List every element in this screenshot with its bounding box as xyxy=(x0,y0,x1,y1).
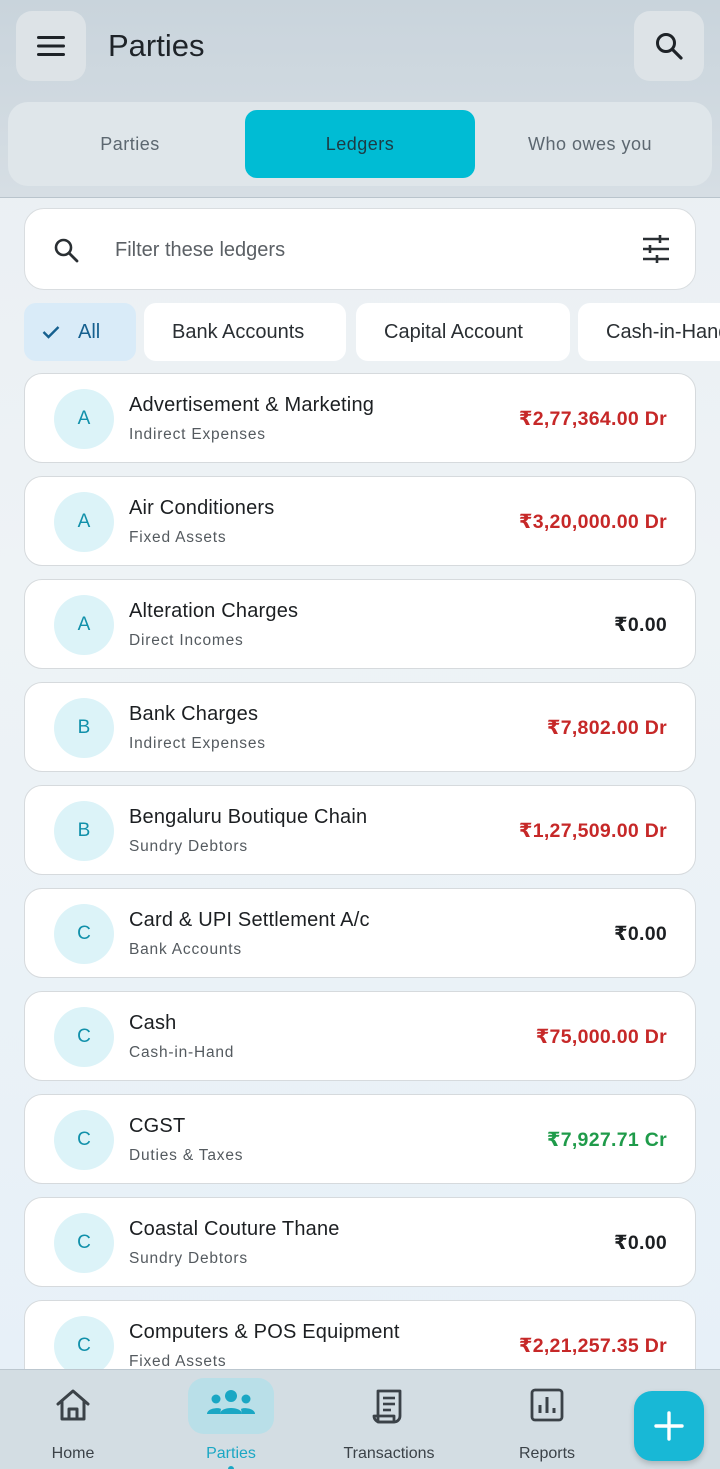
search-button[interactable] xyxy=(634,11,704,81)
ledger-balance: ₹7,802.00 Dr xyxy=(546,717,667,739)
ledger-group: Fixed Assets xyxy=(129,1353,227,1369)
chip-label: Cash-in-Hand xyxy=(606,320,720,343)
ledger-balance: ₹7,927.71 Cr xyxy=(546,1129,667,1151)
chip-all[interactable]: All xyxy=(24,303,136,361)
page-title: Parties xyxy=(108,28,205,63)
ledger-group: Direct Incomes xyxy=(129,632,244,649)
ledger-name: Advertisement & Marketing xyxy=(129,394,375,416)
ledger-balance: ₹3,20,000.00 Dr xyxy=(518,511,667,533)
ledger-row[interactable]: A Alteration Charges Direct Incomes ₹0.0… xyxy=(24,579,696,669)
nav-home[interactable]: Home xyxy=(13,1370,133,1469)
avatar: C xyxy=(54,1213,114,1273)
chip-label: All xyxy=(78,320,101,343)
avatar: C xyxy=(54,1110,114,1170)
ledger-balance: ₹1,27,509.00 Dr xyxy=(518,820,667,842)
ledger-group: Sundry Debtors xyxy=(129,1250,248,1267)
chip-bank-accounts[interactable]: Bank Accounts xyxy=(144,303,346,361)
people-icon xyxy=(207,1390,255,1414)
tab-who-owes-you[interactable]: Who owes you xyxy=(475,110,705,178)
ledger-name: Air Conditioners xyxy=(129,497,275,519)
add-fab-button[interactable] xyxy=(634,1391,704,1461)
search-icon xyxy=(656,33,683,60)
nav-parties[interactable]: Parties xyxy=(171,1370,291,1469)
group-filter-chips: All Bank Accounts Capital Account Cash-i… xyxy=(24,303,720,361)
ledger-group: Cash-in-Hand xyxy=(129,1044,235,1061)
receipt-icon xyxy=(372,1389,402,1424)
tune-icon[interactable] xyxy=(641,235,671,263)
menu-button[interactable] xyxy=(16,11,86,81)
menu-icon xyxy=(37,36,65,56)
chip-label: Capital Account xyxy=(384,320,523,343)
avatar: B xyxy=(54,698,114,758)
ledger-balance: ₹75,000.00 Dr xyxy=(535,1026,667,1048)
ledger-row[interactable]: C CGST Duties & Taxes ₹7,927.71 Cr xyxy=(24,1094,696,1184)
app-header: Parties Parties Ledgers Who owes you xyxy=(0,0,720,198)
ledger-name: Card & UPI Settlement A/c xyxy=(129,909,370,931)
plus-icon xyxy=(654,1411,684,1441)
ledger-group: Fixed Assets xyxy=(129,529,227,546)
search-icon xyxy=(54,238,79,263)
ledger-row[interactable]: C Card & UPI Settlement A/c Bank Account… xyxy=(24,888,696,978)
ledger-name: Bank Charges xyxy=(129,703,259,725)
ledger-name: CGST xyxy=(129,1115,186,1137)
ledger-name: Coastal Couture Thane xyxy=(129,1218,340,1240)
avatar: C xyxy=(54,1007,114,1067)
bar-chart-icon xyxy=(530,1388,564,1422)
nav-label: Parties xyxy=(206,1445,256,1462)
ledger-name: Bengaluru Boutique Chain xyxy=(129,806,368,828)
tab-parties[interactable]: Parties xyxy=(16,110,244,178)
ledger-balance: ₹2,77,364.00 Dr xyxy=(518,408,667,430)
ledger-row[interactable]: B Bengaluru Boutique Chain Sundry Debtor… xyxy=(24,785,696,875)
nav-transactions[interactable]: Transactions xyxy=(329,1370,449,1469)
nav-label: Home xyxy=(51,1445,95,1462)
ledger-group: Duties & Taxes xyxy=(129,1147,244,1164)
check-icon xyxy=(42,326,60,339)
ledger-balance: ₹2,21,257.35 Dr xyxy=(518,1335,667,1357)
ledger-balance: ₹0.00 xyxy=(613,1232,667,1254)
avatar: A xyxy=(54,595,114,655)
ledger-row[interactable]: A Air Conditioners Fixed Assets ₹3,20,00… xyxy=(24,476,696,566)
ledger-row[interactable]: A Advertisement & Marketing Indirect Exp… xyxy=(24,373,696,463)
chip-label: Bank Accounts xyxy=(172,320,305,343)
avatar: B xyxy=(54,801,114,861)
ledger-row[interactable]: C Coastal Couture Thane Sundry Debtors ₹… xyxy=(24,1197,696,1287)
ledger-group: Sundry Debtors xyxy=(129,838,248,855)
avatar: C xyxy=(54,904,114,964)
segmented-tabs: Parties Ledgers Who owes you xyxy=(8,102,712,186)
nav-label: Transactions xyxy=(343,1445,435,1462)
tab-ledgers[interactable]: Ledgers xyxy=(245,110,475,178)
ledger-name: Computers & POS Equipment xyxy=(129,1321,400,1343)
avatar: A xyxy=(54,389,114,449)
ledger-name: Alteration Charges xyxy=(129,600,299,622)
ledger-balance: ₹0.00 xyxy=(613,923,667,945)
ledger-balance: ₹0.00 xyxy=(613,614,667,636)
filter-ledgers-input[interactable] xyxy=(115,231,615,269)
chip-capital-account[interactable]: Capital Account xyxy=(356,303,570,361)
ledger-name: Cash xyxy=(129,1012,177,1034)
ledger-list: A Advertisement & Marketing Indirect Exp… xyxy=(24,373,696,1369)
nav-label: Reports xyxy=(518,1445,576,1462)
home-icon xyxy=(56,1389,90,1421)
ledger-row[interactable]: B Bank Charges Indirect Expenses ₹7,802.… xyxy=(24,682,696,772)
filter-box xyxy=(24,208,696,290)
ledger-group: Indirect Expenses xyxy=(129,426,266,443)
ledger-group: Bank Accounts xyxy=(129,941,242,958)
bottom-navigation: Home Parties Transactions Reports xyxy=(0,1369,720,1469)
nav-reports[interactable]: Reports xyxy=(487,1370,607,1469)
ledger-row[interactable]: C Cash Cash-in-Hand ₹75,000.00 Dr xyxy=(24,991,696,1081)
avatar: A xyxy=(54,492,114,552)
chip-cash-in-hand[interactable]: Cash-in-Hand xyxy=(578,303,720,361)
avatar: C xyxy=(54,1316,114,1369)
ledger-row[interactable]: C Computers & POS Equipment Fixed Assets… xyxy=(24,1300,696,1369)
ledger-group: Indirect Expenses xyxy=(129,735,266,752)
